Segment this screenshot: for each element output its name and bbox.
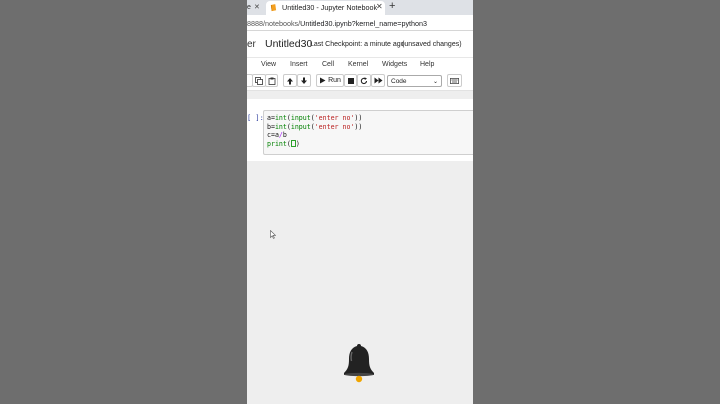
move-down-button[interactable]	[297, 74, 311, 87]
url-text: 8888/notebooks/Untitled30.ipynb?kernel_n…	[247, 19, 427, 28]
menu-widgets[interactable]: Widgets	[382, 61, 407, 68]
new-tab-button[interactable]: +	[389, 0, 395, 12]
fast-forward-icon	[374, 77, 382, 84]
input-prompt: [ ]:	[247, 114, 264, 122]
menu-help[interactable]: Help	[420, 61, 434, 68]
arrow-down-icon	[301, 77, 307, 84]
active-tab-title: Untitled30 - Jupyter Notebook	[282, 3, 378, 12]
text-cursor	[290, 139, 296, 147]
url-prefix: 8888/notebooks/	[247, 19, 301, 28]
keyboard-icon	[450, 77, 459, 84]
code-line-1: a=int(input('enter no'))	[267, 114, 363, 122]
code-cell-editor[interactable]: a=int(input('enter no')) b=int(input('en…	[263, 110, 473, 155]
paste-button[interactable]	[265, 74, 278, 87]
previous-tab-title: e	[247, 4, 251, 11]
code-line-4: print()	[267, 139, 300, 148]
address-bar[interactable]: 8888/notebooks/Untitled30.ipynb?kernel_n…	[247, 15, 473, 31]
cell-type-select[interactable]: Code ⌄	[387, 75, 442, 87]
jupyter-logo[interactable]: er	[247, 39, 256, 50]
stop-icon	[347, 77, 354, 84]
notebook-header: er Untitled30 Last Checkpoint: a minute …	[247, 31, 473, 57]
menu-kernel[interactable]: Kernel	[348, 61, 368, 68]
screen-frame: e ✕ Untitled30 - Jupyter Notebook ✕ + 88…	[247, 0, 473, 404]
notebook-page: [ ]: a=int(input('enter no')) b=int(inpu…	[247, 99, 473, 161]
arrow-up-icon	[287, 77, 293, 84]
run-button[interactable]: Run	[316, 74, 344, 87]
chevron-down-icon: ⌄	[432, 79, 438, 85]
jupyter-book-icon	[270, 4, 277, 12]
menu-view[interactable]: View	[261, 61, 276, 68]
code-line-2: b=int(input('enter no'))	[267, 122, 363, 131]
restart-button[interactable]	[357, 74, 371, 87]
active-tab[interactable]: Untitled30 - Jupyter Notebook ✕	[266, 1, 385, 15]
notification-bell-icon[interactable]	[341, 342, 377, 384]
previous-tab[interactable]: e ✕	[247, 0, 264, 15]
restart-run-all-button[interactable]	[371, 74, 385, 87]
run-label: Run	[328, 77, 341, 84]
copy-icon	[255, 76, 263, 85]
url-path: Untitled30.ipynb?kernel_name=python3	[300, 19, 428, 28]
notebook-toolbar: Run Code ⌄	[247, 71, 473, 91]
menu-bar: View Insert Cell Kernel Widgets Help	[247, 57, 473, 71]
last-checkpoint: Last Checkpoint: a minute ago	[310, 41, 405, 48]
interrupt-button[interactable]	[344, 74, 357, 87]
command-palette-button[interactable]	[447, 74, 462, 87]
code-text: a=int(input('enter no')) b=int(input('en…	[267, 114, 362, 148]
notebook-container: [ ]: a=int(input('enter no')) b=int(inpu…	[247, 91, 473, 404]
mouse-pointer-icon	[270, 230, 276, 239]
cell-type-value: Code	[391, 78, 407, 85]
tab-close-icon[interactable]: ✕	[376, 2, 383, 11]
copy-button[interactable]	[252, 74, 266, 87]
paste-icon	[268, 77, 275, 85]
code-line-3: c=a/b	[267, 131, 287, 140]
previous-tab-close-icon[interactable]: ✕	[254, 3, 260, 11]
browser-tab-bar: e ✕ Untitled30 - Jupyter Notebook ✕ +	[247, 0, 473, 15]
play-icon	[320, 77, 326, 84]
move-up-button[interactable]	[283, 74, 297, 87]
save-status: (unsaved changes)	[402, 41, 462, 48]
menu-cell[interactable]: Cell	[322, 61, 334, 68]
menu-insert[interactable]: Insert	[290, 61, 308, 68]
restart-icon	[360, 76, 368, 84]
notebook-name[interactable]: Untitled30	[265, 38, 312, 50]
